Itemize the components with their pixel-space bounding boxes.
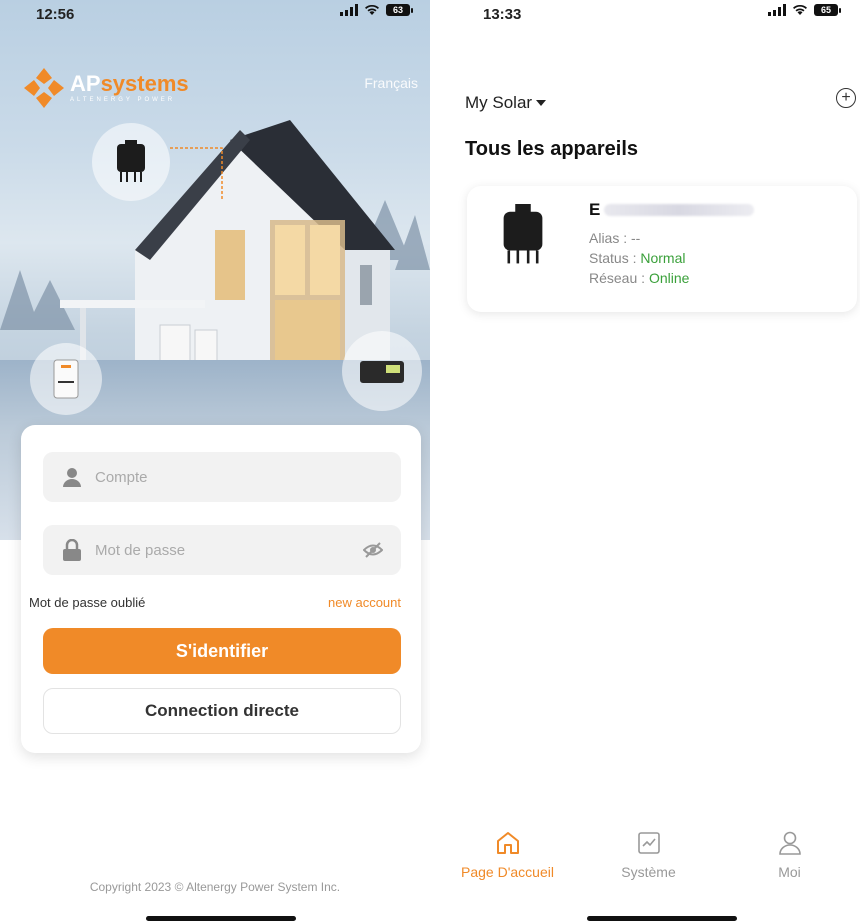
forgot-password-link[interactable]: Mot de passe oublié <box>29 595 145 610</box>
microinverter-bubble <box>92 123 170 201</box>
network-label: Réseau : <box>589 270 649 286</box>
password-placeholder: Mot de passe <box>95 541 186 559</box>
status-value: Normal <box>640 250 686 266</box>
ecu-bubble <box>342 331 422 411</box>
site-selector-label: My Solar <box>465 93 533 112</box>
microinverter-icon <box>117 140 145 182</box>
screen-divider <box>430 0 437 921</box>
account-placeholder: Compte <box>95 468 148 486</box>
logo-subtitle: ALTENERGY POWER <box>70 97 176 103</box>
logo-mark-icon <box>24 68 64 108</box>
network-value: Online <box>648 270 690 286</box>
devices-screen: 13:33 65 My Solar + Tous les appareils E… <box>437 0 860 921</box>
battery-unit-icon <box>53 359 79 399</box>
device-serial: E <box>589 200 755 220</box>
status-time: 12:56 <box>36 6 75 23</box>
home-indicator[interactable] <box>146 916 296 921</box>
user-icon <box>777 828 803 858</box>
lock-icon <box>61 539 83 561</box>
device-card[interactable]: E Alias : -- Status : Normal Réseau : On… <box>467 186 857 312</box>
status-icons: 65 <box>768 4 841 16</box>
tab-system[interactable]: Système <box>578 828 719 888</box>
chart-icon <box>636 828 662 858</box>
logo-text-ap: AP <box>70 71 101 96</box>
microinverter-icon <box>503 204 543 264</box>
tab-home-label: Page D'accueil <box>461 864 554 880</box>
password-input[interactable]: Mot de passe <box>43 525 401 575</box>
status-time: 13:33 <box>483 6 522 23</box>
bottom-tab-bar: Page D'accueil Système Moi <box>437 828 860 888</box>
user-icon <box>61 466 83 488</box>
status-label: Status : <box>589 250 641 266</box>
eye-off-icon[interactable] <box>362 540 384 565</box>
battery-icon: 65 <box>814 4 841 16</box>
apsystems-logo: APsystems ALTENERGY POWER <box>22 66 189 110</box>
device-status: Status : Normal <box>589 250 685 266</box>
tab-system-label: Système <box>621 864 676 880</box>
wifi-icon <box>793 4 807 15</box>
battery-icon: 63 <box>386 4 413 16</box>
home-icon <box>495 828 521 858</box>
device-alias: Alias : -- <box>589 230 641 246</box>
direct-connection-button[interactable]: Connection directe <box>43 688 401 734</box>
ecu-icon <box>360 361 404 383</box>
serial-redacted <box>604 204 755 216</box>
device-network: Réseau : Online <box>589 270 689 286</box>
home-indicator[interactable] <box>587 916 737 921</box>
tab-home[interactable]: Page D'accueil <box>437 828 578 888</box>
signal-icon <box>768 4 786 16</box>
language-selector[interactable]: Français <box>364 75 418 91</box>
page-title: Tous les appareils <box>465 138 639 160</box>
new-account-link[interactable]: new account <box>328 595 401 610</box>
account-input[interactable]: Compte <box>43 452 401 502</box>
login-screen: 12:56 63 APsystems ALTENERGY POWER Franç… <box>0 0 430 921</box>
login-button[interactable]: S'identifier <box>43 628 401 674</box>
caret-down-icon <box>536 100 547 106</box>
serial-prefix: E <box>589 200 601 219</box>
status-icons: 63 <box>340 4 413 16</box>
tab-me-label: Moi <box>778 864 801 880</box>
tab-me[interactable]: Moi <box>719 828 860 888</box>
login-card: Compte Mot de passe Mot de passe oublié … <box>21 425 421 753</box>
wifi-icon <box>365 4 379 15</box>
add-device-icon[interactable]: + <box>836 88 856 108</box>
battery-unit-bubble <box>30 343 102 415</box>
logo-text-systems: systems <box>100 71 189 96</box>
site-selector[interactable]: My Solar <box>465 93 547 113</box>
copyright-text: Copyright 2023 © Altenergy Power System … <box>89 880 341 894</box>
signal-icon <box>340 4 358 16</box>
